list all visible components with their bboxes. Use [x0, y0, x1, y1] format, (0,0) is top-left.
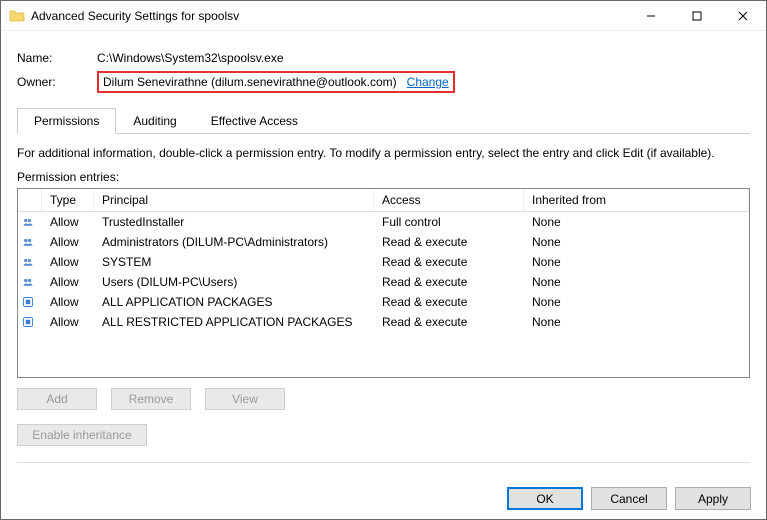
entry-access: Read & execute — [374, 234, 524, 250]
entry-principal: SYSTEM — [94, 254, 374, 270]
entry-action-buttons: Add Remove View — [17, 388, 750, 410]
change-owner-link[interactable]: Change — [407, 75, 449, 89]
name-row: Name: C:\Windows\System32\spoolsv.exe — [17, 51, 750, 65]
entry-inherited: None — [524, 294, 749, 310]
package-icon — [18, 313, 42, 331]
remove-button[interactable]: Remove — [111, 388, 191, 410]
entry-principal: Users (DILUM-PC\Users) — [94, 274, 374, 290]
entry-type: Allow — [42, 254, 94, 270]
folder-icon — [9, 8, 25, 24]
name-label: Name: — [17, 51, 97, 65]
group-icon — [18, 253, 42, 271]
entry-inherited: None — [524, 234, 749, 250]
entry-principal: ALL APPLICATION PACKAGES — [94, 294, 374, 310]
owner-value: Dilum Senevirathne (dilum.senevirathne@o… — [103, 75, 397, 89]
entry-access: Read & execute — [374, 254, 524, 270]
owner-label: Owner: — [17, 75, 97, 89]
owner-highlight: Dilum Senevirathne (dilum.senevirathne@o… — [97, 71, 455, 93]
entry-principal: Administrators (DILUM-PC\Administrators) — [94, 234, 374, 250]
group-icon — [18, 213, 42, 231]
table-row[interactable]: AllowUsers (DILUM-PC\Users)Read & execut… — [18, 272, 749, 292]
window-controls — [628, 1, 766, 31]
apply-button[interactable]: Apply — [675, 487, 751, 510]
view-button[interactable]: View — [205, 388, 285, 410]
package-icon — [18, 293, 42, 311]
group-icon — [18, 233, 42, 251]
inheritance-row: Enable inheritance — [17, 424, 750, 446]
ok-button[interactable]: OK — [507, 487, 583, 510]
entry-type: Allow — [42, 314, 94, 330]
entries-header: Type Principal Access Inherited from — [18, 189, 749, 212]
entry-access: Read & execute — [374, 274, 524, 290]
entry-inherited: None — [524, 214, 749, 230]
table-row[interactable]: AllowALL RESTRICTED APPLICATION PACKAGES… — [18, 312, 749, 332]
entry-access: Full control — [374, 214, 524, 230]
owner-row: Owner: Dilum Senevirathne (dilum.senevir… — [17, 71, 750, 93]
col-principal[interactable]: Principal — [94, 189, 374, 211]
group-icon — [18, 273, 42, 291]
dialog-content: Name: C:\Windows\System32\spoolsv.exe Ow… — [1, 31, 766, 475]
entry-type: Allow — [42, 214, 94, 230]
tab-permissions[interactable]: Permissions — [17, 108, 116, 134]
maximize-button[interactable] — [674, 1, 720, 31]
entry-principal: TrustedInstaller — [94, 214, 374, 230]
table-row[interactable]: AllowAdministrators (DILUM-PC\Administra… — [18, 232, 749, 252]
permission-entries-label: Permission entries: — [17, 170, 750, 184]
entry-type: Allow — [42, 294, 94, 310]
col-access[interactable]: Access — [374, 189, 524, 211]
table-row[interactable]: AllowTrustedInstallerFull controlNone — [18, 212, 749, 232]
cancel-button[interactable]: Cancel — [591, 487, 667, 510]
entry-principal: ALL RESTRICTED APPLICATION PACKAGES — [94, 314, 374, 330]
permission-entries-list[interactable]: Type Principal Access Inherited from All… — [17, 188, 750, 378]
enable-inheritance-button[interactable]: Enable inheritance — [17, 424, 147, 446]
tab-effective-access[interactable]: Effective Access — [194, 108, 315, 134]
entry-inherited: None — [524, 314, 749, 330]
col-blank[interactable] — [18, 189, 42, 211]
separator — [17, 462, 750, 463]
dialog-buttons: OK Cancel Apply — [507, 487, 751, 510]
entry-inherited: None — [524, 254, 749, 270]
entry-inherited: None — [524, 274, 749, 290]
minimize-button[interactable] — [628, 1, 674, 31]
table-row[interactable]: AllowALL APPLICATION PACKAGESRead & exec… — [18, 292, 749, 312]
tab-auditing[interactable]: Auditing — [116, 108, 193, 134]
col-type[interactable]: Type — [42, 189, 94, 211]
name-value: C:\Windows\System32\spoolsv.exe — [97, 51, 284, 65]
info-text: For additional information, double-click… — [17, 146, 750, 160]
entry-type: Allow — [42, 274, 94, 290]
add-button[interactable]: Add — [17, 388, 97, 410]
entry-access: Read & execute — [374, 294, 524, 310]
entry-access: Read & execute — [374, 314, 524, 330]
titlebar: Advanced Security Settings for spoolsv — [1, 1, 766, 31]
entry-type: Allow — [42, 234, 94, 250]
tab-strip: Permissions Auditing Effective Access — [17, 107, 750, 134]
window-title: Advanced Security Settings for spoolsv — [31, 9, 628, 23]
table-row[interactable]: AllowSYSTEMRead & executeNone — [18, 252, 749, 272]
close-button[interactable] — [720, 1, 766, 31]
col-inherited[interactable]: Inherited from — [524, 189, 749, 211]
